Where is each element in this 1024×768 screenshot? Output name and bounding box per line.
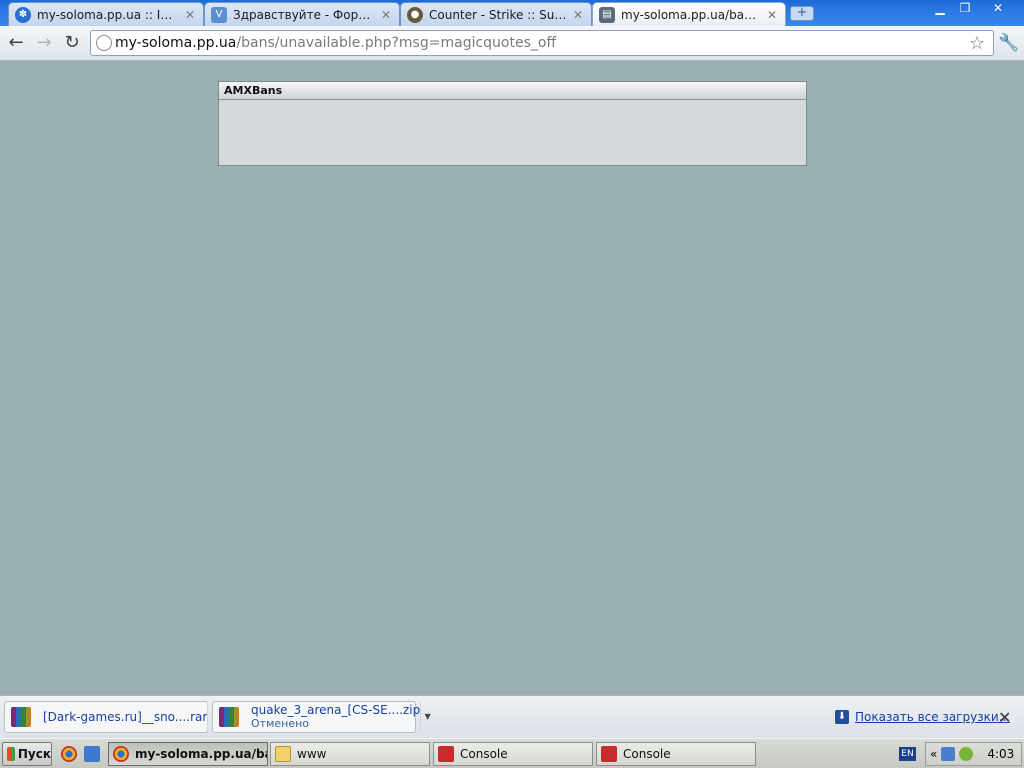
chrome-icon[interactable]	[61, 746, 77, 762]
forward-arrow-icon[interactable]: →	[33, 32, 55, 54]
download-item[interactable]: [Dark-games.ru]__sno....rar ▼	[4, 701, 218, 733]
download-shelf: [Dark-games.ru]__sno....rar ▼ quake_3_ar…	[0, 695, 1024, 738]
network-icon[interactable]	[941, 747, 956, 761]
tray-expand-icon[interactable]: «	[930, 747, 937, 761]
download-arrow-icon: ⬇	[835, 710, 849, 724]
download-text: [Dark-games.ru]__sno....rar	[43, 710, 207, 724]
taskbar-window[interactable]: Console	[433, 742, 593, 766]
amxbans-panel: AMXBans	[218, 81, 807, 166]
language-indicator[interactable]: EN	[899, 747, 916, 761]
taskbar-window[interactable]: Console	[596, 742, 756, 766]
counter-strike-icon: ●	[407, 6, 423, 23]
taskbar-window-label: Console	[623, 747, 671, 761]
tab-label: Здравствуйте - Форум са...	[233, 7, 375, 22]
taskbar-window-label: my-soloma.pp.ua/ba...	[135, 747, 267, 761]
clock: 4:03	[987, 747, 1015, 761]
antivirus-icon[interactable]	[959, 747, 974, 761]
url-path: /bans/unavailable.php?msg=magicquotes_of…	[236, 35, 557, 51]
show-all-downloads-link[interactable]: Показать все загрузки...	[855, 710, 1010, 724]
tab-close-icon[interactable]: ✕	[571, 8, 585, 22]
minimize-icon[interactable]: ▁	[929, 1, 951, 15]
tab-close-icon[interactable]: ✕	[379, 8, 393, 22]
start-button[interactable]: Пуск	[2, 742, 52, 766]
download-item[interactable]: quake_3_arena_[CS-SE....zip Отменено ▼	[212, 701, 431, 733]
chevron-down-icon[interactable]: ▼	[420, 702, 434, 732]
system-tray: « 4:03	[925, 742, 1022, 766]
address-bar[interactable]: my-soloma.pp.ua/bans/unavailable.php?msg…	[90, 30, 994, 56]
half-life-icon	[438, 746, 454, 762]
download-filename[interactable]: [Dark-games.ru]__sno....rar	[43, 710, 207, 724]
panel-title: AMXBans	[219, 82, 806, 100]
restore-icon[interactable]: ❐	[954, 1, 976, 15]
page-icon: ▤	[599, 6, 615, 23]
forum-icon: V	[211, 6, 227, 23]
window-close-icon[interactable]: ✕	[987, 1, 1009, 15]
start-label: Пуск	[17, 747, 51, 761]
taskbar-window-label: www	[297, 747, 327, 761]
archive-icon	[11, 707, 31, 727]
windows-taskbar: Пуск my-soloma.pp.ua/ba... www Console C…	[0, 738, 1024, 768]
tab-label: Counter - Strike :: Support ...	[429, 7, 567, 22]
wrench-icon[interactable]: 🔧	[998, 32, 1019, 54]
download-text: quake_3_arena_[CS-SE....zip Отменено	[251, 703, 420, 731]
tab-bans[interactable]: ▤ my-soloma.pp.ua/bans/un... ✕	[592, 2, 786, 26]
page-content: AMXBans	[0, 61, 1024, 695]
half-life-icon	[601, 746, 617, 762]
tab-close-icon[interactable]: ✕	[183, 8, 197, 22]
windows-logo-icon	[7, 747, 15, 761]
tab-close-icon[interactable]: ✕	[765, 8, 779, 22]
bookmark-star-icon[interactable]: ☆	[969, 33, 985, 54]
back-arrow-icon[interactable]: ←	[5, 32, 27, 54]
tab-label: my-soloma.pp.ua/bans/un...	[621, 7, 761, 22]
ie-icon[interactable]	[84, 746, 100, 762]
tab-label: my-soloma.pp.ua :: ISPma...	[37, 7, 179, 22]
browser-toolbar: ← → ↻ my-soloma.pp.ua/bans/unavailable.p…	[0, 26, 1024, 61]
taskbar-window[interactable]: my-soloma.pp.ua/ba...	[108, 742, 268, 766]
browser-tab-strip: ✽ my-soloma.pp.ua :: ISPma... ✕ V Здравс…	[0, 0, 1024, 26]
folder-icon	[275, 746, 291, 762]
show-all-downloads[interactable]: ⬇ Показать все загрузки...	[835, 710, 1010, 724]
tab-counter-strike[interactable]: ● Counter - Strike :: Support ... ✕	[400, 2, 592, 26]
taskbar-window[interactable]: www	[270, 742, 430, 766]
ispmanager-icon: ✽	[15, 6, 31, 23]
taskbar-window-label: Console	[460, 747, 508, 761]
tab-ispmanager[interactable]: ✽ my-soloma.pp.ua :: ISPma... ✕	[8, 2, 204, 26]
archive-icon	[219, 707, 239, 727]
download-status: Отменено	[251, 717, 310, 730]
new-tab-button[interactable]: +	[790, 6, 814, 21]
globe-icon	[96, 35, 112, 51]
close-icon[interactable]: ✕	[998, 708, 1011, 727]
tab-forum[interactable]: V Здравствуйте - Форум са... ✕	[204, 2, 400, 26]
url-host: my-soloma.pp.ua	[115, 35, 237, 51]
reload-icon[interactable]: ↻	[61, 32, 83, 54]
chrome-icon	[113, 746, 129, 762]
download-filename[interactable]: quake_3_arena_[CS-SE....zip	[251, 703, 420, 717]
